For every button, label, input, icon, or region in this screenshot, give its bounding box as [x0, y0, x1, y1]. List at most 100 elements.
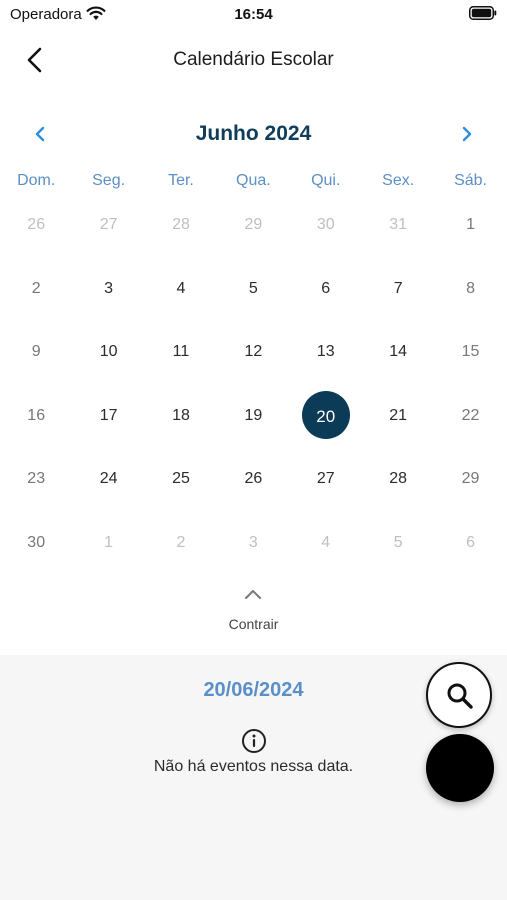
calendar-week-row: 16 17 18 19 20 21 22 — [0, 383, 507, 447]
day-number: 6 — [466, 533, 475, 551]
calendar-day[interactable]: 7 — [362, 256, 434, 320]
calendar-day[interactable]: 6 — [434, 510, 506, 574]
calendar-day[interactable]: 21 — [362, 383, 434, 447]
day-number: 18 — [172, 406, 190, 424]
day-number: 22 — [461, 406, 480, 424]
status-bar: Operadora 16:54 — [0, 0, 507, 28]
calendar-day[interactable]: 14 — [362, 319, 434, 383]
calendar-day[interactable]: 31 — [362, 192, 434, 256]
page-title: Calendário Escolar — [173, 49, 334, 70]
day-number: 8 — [466, 279, 475, 297]
calendar-day[interactable]: 2 — [0, 256, 72, 320]
calendar-day[interactable]: 8 — [434, 256, 506, 320]
day-number: 25 — [172, 470, 190, 488]
calendar-day[interactable]: 25 — [145, 446, 217, 510]
chevron-up-icon — [245, 590, 261, 599]
day-number: 2 — [31, 279, 41, 297]
calendar-week-row: 30 1 2 3 4 5 6 — [0, 510, 507, 574]
day-number: 9 — [31, 343, 41, 361]
calendar-day[interactable]: 24 — [72, 446, 144, 510]
day-number: 1 — [104, 533, 114, 551]
back-button[interactable] — [20, 44, 52, 76]
day-number: 16 — [27, 406, 46, 424]
day-number: 7 — [393, 279, 403, 297]
weekday-label: Qua. — [236, 172, 271, 189]
day-number: 28 — [389, 470, 408, 488]
search-icon — [447, 683, 473, 709]
month-header: Junho 2024 — [0, 116, 507, 152]
day-number: 26 — [244, 470, 263, 488]
calendar-day[interactable]: 17 — [72, 383, 144, 447]
calendar-day[interactable]: 6 — [290, 256, 362, 320]
calendar-day[interactable]: 1 — [72, 510, 144, 574]
day-number: 12 — [244, 343, 263, 361]
status-time: 16:54 — [234, 6, 273, 23]
calendar-day[interactable]: 23 — [0, 446, 72, 510]
info-icon — [242, 729, 266, 753]
calendar-day[interactable]: 18 — [145, 383, 217, 447]
calendar-day[interactable]: 27 — [290, 446, 362, 510]
calendar-day[interactable]: 9 — [0, 319, 72, 383]
calendar-day[interactable]: 13 — [290, 319, 362, 383]
calendar-day[interactable]: 19 — [217, 383, 289, 447]
collapse-label: Contrair — [228, 616, 279, 632]
day-number: 3 — [104, 279, 114, 297]
calendar-day[interactable]: 30 — [0, 510, 72, 574]
day-number: 19 — [244, 406, 263, 424]
calendar-day[interactable]: 5 — [217, 256, 289, 320]
calendar-day[interactable]: 1 — [434, 192, 506, 256]
day-number: 27 — [316, 470, 335, 488]
action-button[interactable] — [426, 734, 494, 802]
chevron-left-icon — [27, 47, 42, 73]
calendar-day[interactable]: 12 — [217, 319, 289, 383]
calendar-day[interactable]: 30 — [290, 192, 362, 256]
calendar-day[interactable]: 26 — [0, 192, 72, 256]
calendar-day[interactable]: 3 — [72, 256, 144, 320]
chevron-right-icon — [462, 126, 472, 142]
calendar-week-row: 9 10 11 12 13 14 15 — [0, 319, 507, 383]
day-number: 4 — [176, 279, 186, 297]
calendar-day[interactable]: 5 — [362, 510, 434, 574]
battery-icon — [469, 6, 497, 20]
calendar-day[interactable]: 4 — [290, 510, 362, 574]
day-number: 17 — [99, 406, 118, 424]
calendar-day[interactable]: 26 — [217, 446, 289, 510]
day-number: 24 — [99, 470, 118, 488]
day-number: 10 — [99, 343, 118, 361]
calendar-day[interactable]: 16 — [0, 383, 72, 447]
next-month-button[interactable] — [453, 120, 481, 148]
weekday-header: Dom. Seg. Ter. Qua. Qui. Sex. Sáb. — [0, 172, 507, 190]
calendar-day-selected[interactable]: 20 — [290, 383, 362, 447]
calendar-day[interactable]: 29 — [217, 192, 289, 256]
calendar-grid: 26 27 28 29 30 31 1 2 3 4 5 6 7 8 9 10 11 12 13 14 15 16 17 18 1… — [0, 192, 507, 574]
weekday-label: Dom. — [17, 172, 56, 189]
calendar-week-row: 23 24 25 26 27 28 29 — [0, 446, 507, 510]
day-number: 5 — [248, 279, 258, 297]
collapse-calendar-button[interactable]: Contrair — [200, 584, 307, 638]
day-number: 30 — [316, 216, 335, 233]
calendar-day[interactable]: 22 — [434, 383, 506, 447]
calendar-day[interactable]: 3 — [217, 510, 289, 574]
calendar-day[interactable]: 29 — [434, 446, 506, 510]
calendar-week-row: 2 3 4 5 6 7 8 — [0, 256, 507, 320]
day-number: 28 — [172, 216, 190, 233]
calendar-day[interactable]: 28 — [145, 192, 217, 256]
calendar-day[interactable]: 28 — [362, 446, 434, 510]
calendar-day[interactable]: 4 — [145, 256, 217, 320]
calendar-day[interactable]: 2 — [145, 510, 217, 574]
calendar-day[interactable]: 15 — [434, 319, 506, 383]
weekday-label: Qui. — [311, 172, 341, 189]
search-button[interactable] — [426, 662, 492, 728]
day-number: 26 — [27, 216, 46, 233]
day-number: 30 — [27, 533, 46, 551]
calendar-day[interactable]: 27 — [72, 192, 144, 256]
calendar-day[interactable]: 10 — [72, 319, 144, 383]
day-number: 6 — [321, 279, 331, 297]
day-number: 21 — [389, 406, 408, 424]
chevron-left-icon — [35, 126, 45, 142]
calendar-day[interactable]: 11 — [145, 319, 217, 383]
weekday-label: Sáb. — [454, 172, 487, 189]
day-number: 5 — [393, 533, 403, 551]
day-number: 1 — [466, 216, 475, 233]
prev-month-button[interactable] — [26, 120, 54, 148]
